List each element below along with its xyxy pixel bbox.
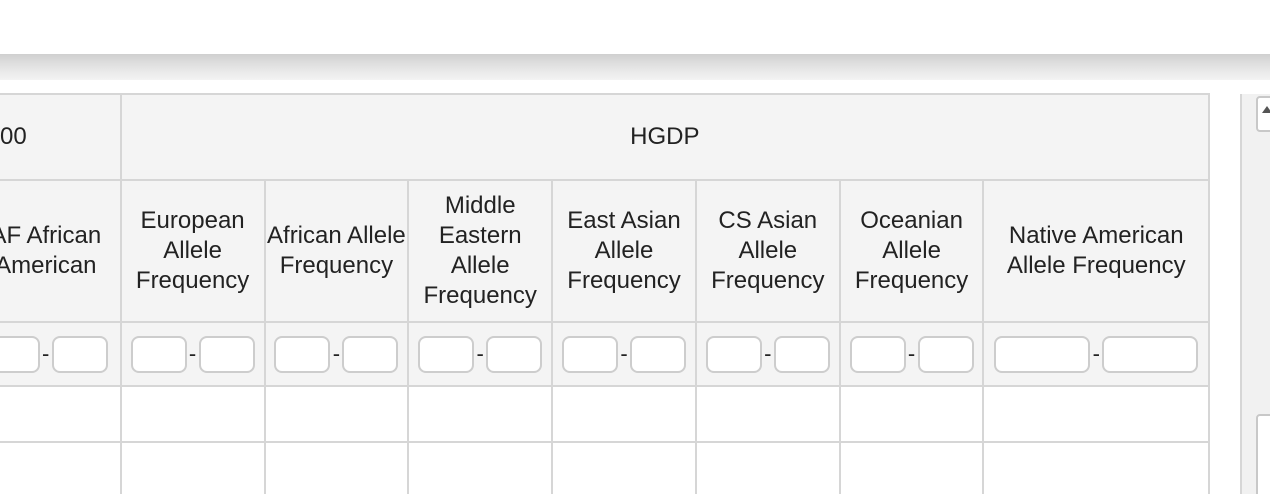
af-african-american-max-input[interactable] [51, 335, 108, 373]
spacer [0, 80, 1270, 94]
range-separator: - [1092, 341, 1100, 366]
range-filter: - [266, 335, 408, 373]
column-header-middle-eastern[interactable]: Middle Eastern Allele Frequency [407, 179, 554, 323]
range-separator: - [332, 341, 341, 366]
table-cell [0, 441, 122, 494]
range-filter: - [984, 335, 1208, 373]
range-filter: - [553, 335, 695, 373]
cs-asian-max-input[interactable] [773, 335, 830, 373]
table-cell [982, 385, 1210, 443]
range-filter: - [409, 335, 551, 373]
range-filter: - [0, 335, 120, 373]
filter-af-african-american: - [0, 321, 122, 387]
page: 00 HGDP AF African American European All… [0, 0, 1270, 494]
east-asian-max-input[interactable] [629, 335, 686, 373]
filter-oceanian: - [838, 321, 985, 387]
table-cell [551, 385, 697, 443]
african-min-input[interactable] [274, 335, 331, 373]
range-separator: - [907, 341, 916, 366]
native-american-min-input[interactable] [994, 335, 1091, 373]
range-filter: - [122, 335, 264, 373]
east-asian-min-input[interactable] [561, 335, 618, 373]
column-header-af-african-american[interactable]: AF African American [0, 179, 122, 323]
toolbar-shadow [0, 54, 1270, 80]
af-african-american-min-input[interactable] [0, 335, 40, 373]
column-header-east-asian[interactable]: East Asian Allele Frequency [551, 179, 697, 323]
range-separator: - [42, 341, 50, 366]
column-header-european[interactable]: European Allele Frequency [119, 179, 266, 323]
cs-asian-min-input[interactable] [705, 335, 762, 373]
table-cell [0, 385, 122, 443]
middle-eastern-min-input[interactable] [418, 335, 475, 373]
table-cell [119, 441, 266, 494]
middle-eastern-max-input[interactable] [486, 335, 543, 373]
filter-cs-asian: - [694, 321, 841, 387]
table-cell [694, 385, 841, 443]
column-header-african[interactable]: African Allele Frequency [263, 179, 410, 323]
table-cell [838, 385, 985, 443]
filter-middle-eastern: - [407, 321, 554, 387]
native-american-max-input[interactable] [1102, 335, 1199, 373]
table-cell [982, 441, 1210, 494]
scroll-up-button[interactable] [1256, 96, 1270, 132]
scrollbar-thumb[interactable] [1256, 414, 1270, 494]
oceanian-max-input[interactable] [917, 335, 974, 373]
filter-native-american: - [982, 321, 1210, 387]
table-cell [694, 441, 841, 494]
filter-east-asian: - [551, 321, 697, 387]
range-separator: - [764, 341, 772, 366]
range-separator: - [476, 341, 484, 366]
table-cell [263, 385, 410, 443]
table-cell [551, 441, 697, 494]
column-header-native-american[interactable]: Native American Allele Frequency [982, 179, 1210, 323]
group-header-1000-genomes: 00 [0, 93, 122, 181]
table-row[interactable] [0, 441, 1210, 494]
african-max-input[interactable] [342, 335, 399, 373]
frequency-table: 00 HGDP AF African American European All… [0, 93, 1211, 494]
table-cell [119, 385, 266, 443]
group-header-hgdp: HGDP [119, 93, 1211, 181]
range-filter: - [697, 335, 839, 373]
filter-african: - [263, 321, 410, 387]
table-cell [407, 441, 554, 494]
range-filter: - [841, 335, 983, 373]
group-header-1000-genomes-label: 00 [0, 123, 27, 150]
column-header-cs-asian[interactable]: CS Asian Allele Frequency [694, 179, 841, 323]
allele-frequency-grid: 00 HGDP AF African American European All… [0, 93, 1240, 494]
table-cell [407, 385, 554, 443]
table-cell [838, 441, 985, 494]
vertical-scrollbar[interactable] [1240, 94, 1270, 494]
table-cell [263, 441, 410, 494]
filter-european: - [119, 321, 266, 387]
european-max-input[interactable] [198, 335, 255, 373]
column-header-oceanian[interactable]: Oceanian Allele Frequency [838, 179, 985, 323]
top-area [0, 0, 1270, 54]
scroll-up-arrow-icon [1262, 106, 1270, 113]
table-row[interactable] [0, 385, 1210, 443]
european-min-input[interactable] [130, 335, 187, 373]
range-separator: - [620, 341, 628, 366]
oceanian-min-input[interactable] [849, 335, 906, 373]
range-separator: - [188, 341, 197, 366]
